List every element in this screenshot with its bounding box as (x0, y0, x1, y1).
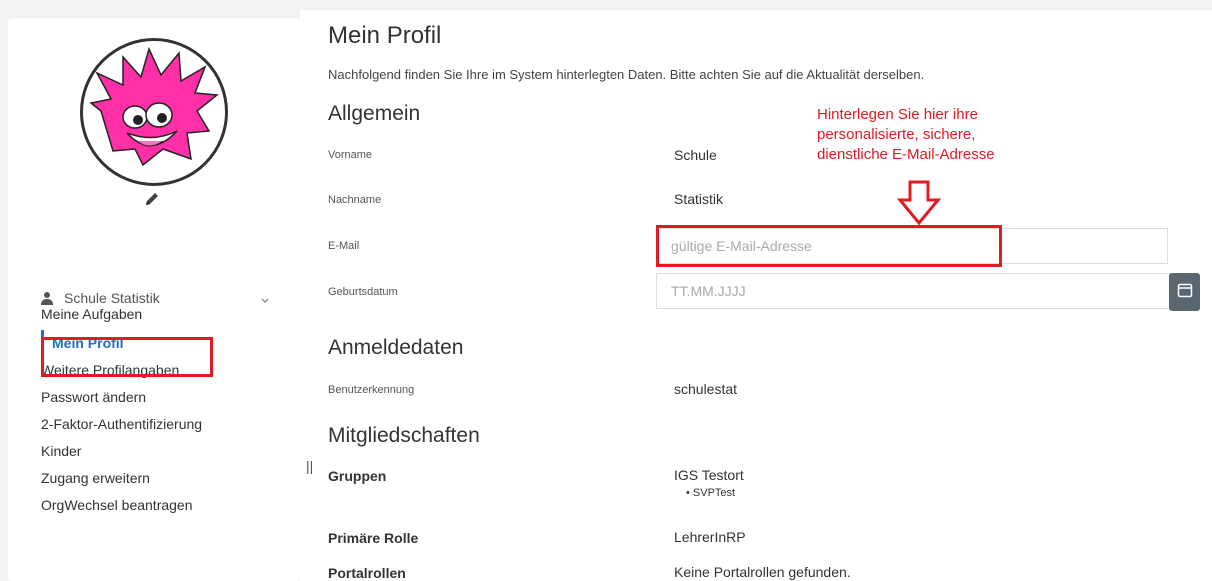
calendar-icon (1177, 282, 1193, 303)
vorname-label: Vorname (328, 149, 373, 161)
main-content: Mein Profil Nachfolgend finden Sie Ihre … (300, 10, 1212, 581)
calendar-button[interactable] (1169, 273, 1200, 311)
annotation-line-1: Hinterlegen Sie hier ihre (817, 106, 978, 123)
gruppen-subitem-text: SVPTest (692, 487, 736, 499)
rolle-label: Primäre Rolle (328, 530, 419, 546)
pencil-icon[interactable] (143, 190, 161, 208)
arrow-down-icon (896, 180, 942, 226)
highlight-box-email (656, 225, 1002, 267)
chevron-down-icon (260, 293, 270, 303)
avatar-image (89, 46, 219, 167)
nachname-value: Statistik (674, 191, 724, 207)
gruppen-subitem: • SVPTest (686, 487, 736, 499)
portalrollen-label: Portalrollen (328, 565, 406, 581)
menu-item-passwort-aendern[interactable]: Passwort ändern (41, 384, 281, 411)
menu-item-kinder[interactable]: Kinder (41, 438, 281, 465)
geburtsdatum-label: Geburtsdatum (328, 286, 398, 298)
page-intro: Nachfolgend finden Sie Ihre im System hi… (328, 67, 925, 82)
email-label: E-Mail (328, 240, 360, 252)
section-heading-allgemein: Allgemein (328, 102, 421, 125)
section-heading-mitgliedschaften: Mitgliedschaften (328, 424, 480, 447)
annotation-line-2: personalisierte, sichere, (817, 126, 976, 143)
menu-item-2fa[interactable]: 2-Faktor-Authentifizierung (41, 411, 281, 438)
highlight-box-menu (41, 337, 213, 377)
gruppen-label: Gruppen (328, 468, 387, 484)
avatar[interactable] (80, 38, 228, 186)
menu-item-zugang-erweitern[interactable]: Zugang erweitern (41, 465, 281, 492)
portalrollen-value: Keine Portalrollen gefunden. (674, 564, 851, 580)
gruppen-value: IGS Testort (674, 467, 744, 483)
resize-handle[interactable]: || (306, 458, 313, 474)
vorname-value: Schule (674, 147, 717, 163)
geburtsdatum-field[interactable]: TT.MM.JJJJ (656, 273, 1170, 309)
menu-item-orgwechsel[interactable]: OrgWechsel beantragen (41, 492, 281, 519)
benutzerkennung-label: Benutzerkennung (328, 384, 415, 396)
annotation-text: Hinterlegen Sie hier ihre personalisiert… (817, 105, 995, 165)
annotation-line-3: dienstliche E-Mail-Adresse (817, 146, 995, 163)
rolle-value: LehrerInRP (674, 529, 746, 545)
profile-menu: Meine Aufgaben Mein Profil Weitere Profi… (41, 303, 281, 519)
page-title: Mein Profil (328, 22, 442, 49)
menu-item-meine-aufgaben[interactable]: Meine Aufgaben (41, 303, 281, 330)
top-strip (0, 0, 1212, 10)
nachname-label: Nachname (328, 194, 382, 206)
section-heading-anmeldedaten: Anmeldedaten (328, 336, 464, 359)
benutzerkennung-value: schulestat (674, 381, 738, 397)
